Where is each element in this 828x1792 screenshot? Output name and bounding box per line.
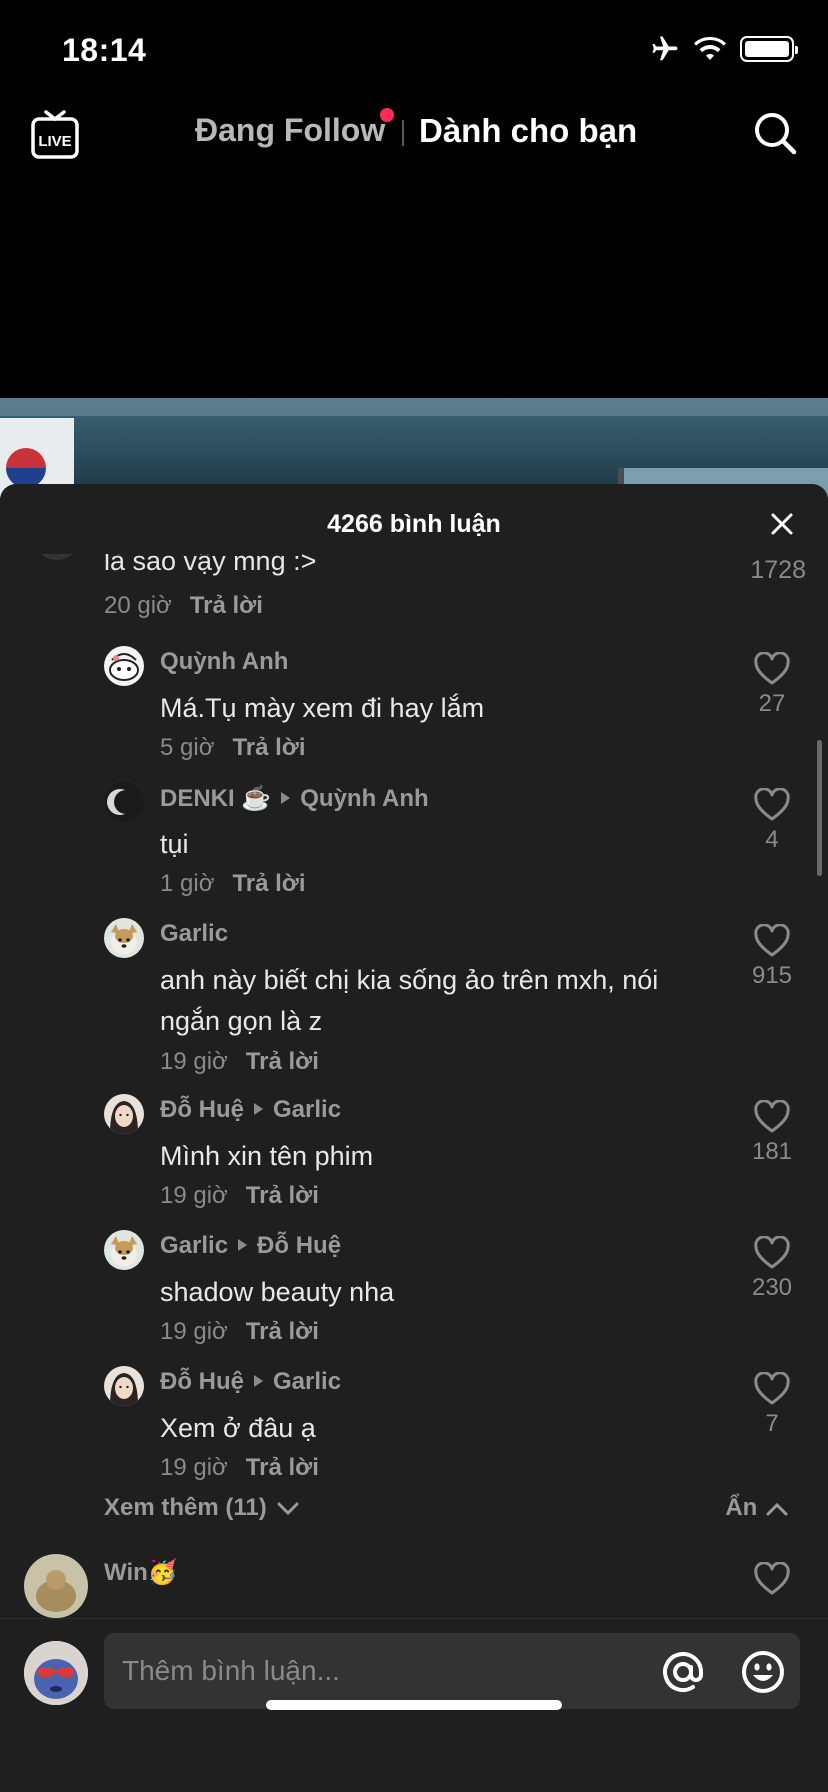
reply-button[interactable]: Trả lời	[246, 1454, 319, 1481]
comment-meta: 1 giờ Trả lời	[160, 870, 306, 898]
like-count: 915	[751, 962, 793, 989]
hide-replies-button[interactable]: Ẩn	[725, 1494, 788, 1522]
view-more-replies-button[interactable]: Xem thêm (11)	[104, 1494, 299, 1522]
reply-button[interactable]: Trả lời	[246, 1182, 319, 1209]
avatar[interactable]	[104, 646, 144, 686]
like-count: 7	[765, 1410, 779, 1437]
like-count: 27	[758, 690, 786, 717]
home-indicator[interactable]	[266, 1700, 562, 1710]
wifi-icon	[694, 36, 726, 60]
like-count: 230	[751, 1274, 793, 1301]
heart-icon	[754, 924, 790, 957]
video-preview	[0, 398, 828, 498]
heart-icon	[754, 652, 790, 685]
like-count: 4	[765, 826, 779, 853]
comment-author[interactable]: DENKI ☕ Quỳnh Anh	[160, 784, 429, 813]
comments-list[interactable]: là sao vậy mng :> 1728 20 giờ Trả lời Quỳ…	[0, 554, 828, 1618]
heart-icon	[754, 1236, 790, 1269]
comment-input-container	[104, 1633, 800, 1709]
battery-icon	[740, 36, 798, 62]
avatar[interactable]	[104, 1366, 144, 1406]
comment-author[interactable]: Garlic	[160, 920, 228, 948]
top-nav: LIVE Đang Follow Dành cho bạn	[0, 100, 828, 170]
comment-time: 1 giờ	[160, 870, 215, 897]
airplane-icon	[652, 36, 678, 61]
like-button[interactable]: 181	[732, 1100, 812, 1166]
comment-author[interactable]: Quỳnh Anh	[160, 648, 288, 676]
comment-author[interactable]: Win🥳	[104, 1558, 178, 1587]
like-count: 1728	[750, 556, 806, 584]
reply-button[interactable]: Trả lời	[246, 1318, 319, 1345]
like-button[interactable]: 915	[732, 924, 812, 990]
like-button[interactable]: 27	[732, 652, 812, 718]
search-icon[interactable]	[752, 110, 798, 156]
avatar[interactable]	[34, 554, 80, 560]
like-button[interactable]: 230	[732, 1236, 812, 1302]
avatar[interactable]	[24, 1641, 88, 1705]
chevron-down-icon	[277, 1502, 299, 1515]
comments-sheet: 4266 bình luận là sao vậy mng :> 1728 20…	[0, 484, 828, 1792]
heart-icon	[754, 1562, 790, 1595]
tab-for-you[interactable]: Dành cho bạn	[419, 112, 637, 150]
tab-divider	[402, 120, 404, 146]
avatar[interactable]	[24, 1554, 88, 1618]
comment-text: tụi	[160, 829, 189, 859]
tab-following[interactable]: Đang Follow	[195, 112, 385, 149]
avatar[interactable]	[104, 782, 144, 822]
comment-meta: 5 giờ Trả lời	[160, 734, 306, 762]
comment-time: 5 giờ	[160, 734, 215, 761]
comment-time: 19 giờ	[160, 1182, 228, 1209]
status-bar: 18:14	[0, 0, 828, 100]
mention-icon[interactable]	[660, 1649, 706, 1695]
reply-button[interactable]: Trả lời	[232, 870, 305, 897]
comment-time: 20 giờ	[104, 592, 172, 619]
comment-text: anh này biết chị kia sống ảo trên mxh, n…	[160, 965, 659, 1036]
like-button[interactable]: 4	[732, 788, 812, 854]
heart-icon	[754, 788, 790, 821]
live-label: LIVE	[38, 133, 71, 150]
comment-meta: 19 giờ Trả lời	[160, 1318, 319, 1346]
reply-button[interactable]: Trả lời	[190, 592, 263, 619]
reply-button[interactable]: Trả lời	[246, 1048, 319, 1075]
like-count: 181	[751, 1138, 793, 1165]
comment-text: shadow beauty nha	[160, 1277, 395, 1307]
heart-icon	[754, 1100, 790, 1133]
chevron-up-icon	[766, 1502, 788, 1516]
comment-text: Má.Tụ mày xem đi hay lắm	[160, 693, 485, 723]
heart-icon	[754, 1372, 790, 1405]
comment-input[interactable]	[122, 1633, 642, 1709]
comment-author[interactable]: Đỗ Huệ Garlic	[160, 1368, 341, 1396]
comment-meta: 19 giờ Trả lời	[160, 1048, 319, 1076]
comment-meta: 19 giờ Trả lời	[160, 1182, 319, 1210]
avatar[interactable]	[104, 1230, 144, 1270]
avatar[interactable]	[104, 1094, 144, 1134]
comment-text: là sao vậy mng :>	[104, 554, 317, 576]
live-icon[interactable]: LIVE	[30, 108, 80, 160]
comment-time: 19 giờ	[160, 1048, 228, 1075]
scrollbar[interactable]	[817, 740, 822, 876]
status-icons	[650, 34, 798, 64]
comment-time: 19 giờ	[160, 1454, 228, 1481]
emoji-icon[interactable]	[740, 1649, 786, 1695]
like-button[interactable]: 7	[732, 1372, 812, 1438]
close-icon[interactable]	[770, 512, 794, 536]
avatar[interactable]	[104, 918, 144, 958]
like-button[interactable]	[732, 1562, 812, 1596]
comment-meta: 19 giờ Trả lời	[160, 1454, 319, 1482]
comment-text: Xem ở đâu ạ	[160, 1413, 316, 1443]
comment-author[interactable]: Garlic Đỗ Huệ	[160, 1232, 341, 1260]
notification-dot	[380, 108, 394, 122]
comment-author[interactable]: Đỗ Huệ Garlic	[160, 1096, 341, 1124]
comments-count-title: 4266 bình luận	[327, 510, 501, 538]
status-time: 18:14	[62, 32, 147, 68]
comment-meta: 20 giờ Trả lời	[104, 592, 263, 620]
comment-text: Mình xin tên phim	[160, 1141, 374, 1171]
reply-button[interactable]: Trả lời	[232, 734, 305, 761]
comment-time: 19 giờ	[160, 1318, 228, 1345]
